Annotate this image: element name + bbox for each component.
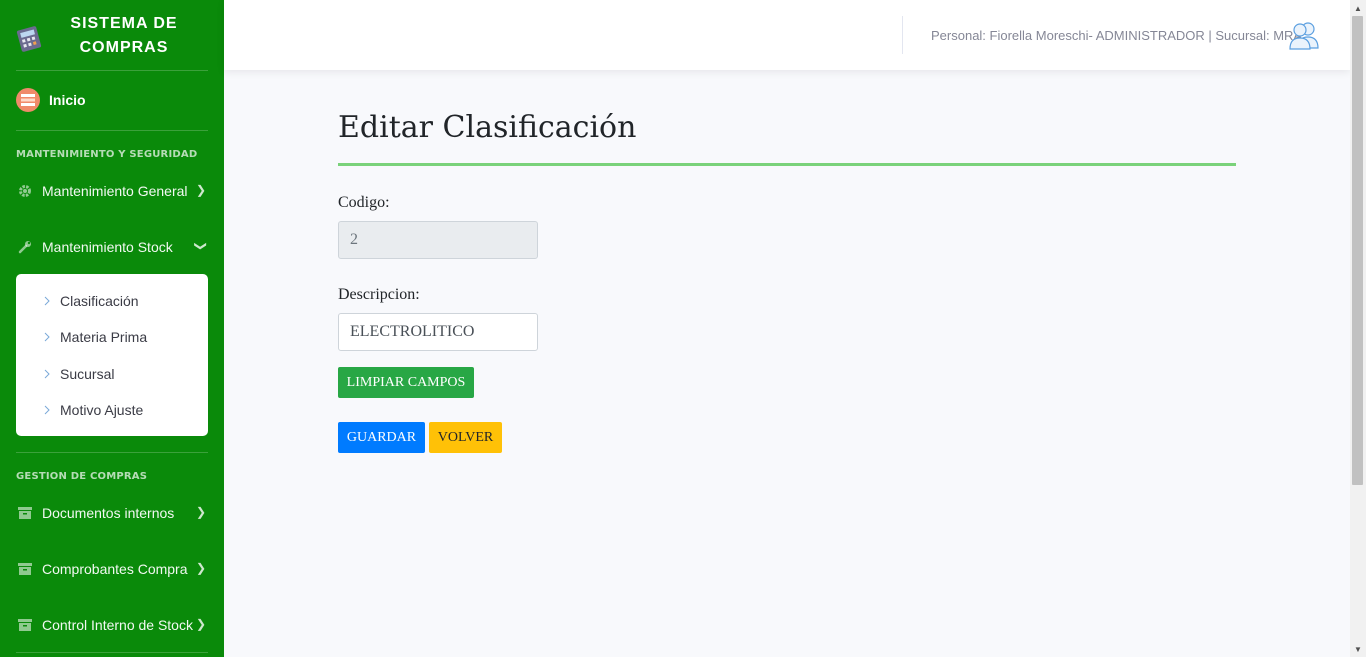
sidebar-item-comprobantes-compra[interactable]: Comprobantes Compra ❯ — [16, 557, 208, 581]
sidebar-divider — [16, 452, 208, 453]
sidebar-divider — [16, 70, 208, 71]
submenu-item-label: Clasificación — [60, 293, 139, 309]
submenu-item-label: Sucursal — [60, 366, 115, 382]
codigo-field: 2 — [338, 221, 538, 259]
back-button[interactable]: VOLVER — [429, 422, 502, 453]
sidebar-item-label: Documentos internos — [42, 505, 175, 521]
sidebar-divider — [16, 652, 208, 653]
chevron-down-icon: ❯ — [193, 240, 208, 252]
topbar: Personal: Fiorella Moreschi- ADMINISTRAD… — [224, 0, 1350, 70]
user-info[interactable]: Personal: Fiorella Moreschi- ADMINISTRAD… — [931, 28, 1302, 43]
sidebar-item-label: Comprobantes Compra — [42, 561, 188, 577]
submenu-item-motivo-ajuste[interactable]: Motivo Ajuste — [42, 399, 143, 421]
submenu-stock: Clasificación Materia Prima Sucursal Mot… — [16, 274, 208, 436]
archive-icon — [16, 616, 34, 634]
chevron-right-icon: ❯ — [195, 561, 206, 575]
submenu-item-materia-prima[interactable]: Materia Prima — [42, 326, 147, 348]
sidebar: SISTEMA DE COMPRAS Inicio MANTENIMIENTO … — [0, 0, 224, 657]
scroll-thumb[interactable] — [1352, 16, 1363, 485]
brand-title: SISTEMA DE COMPRAS — [62, 12, 186, 60]
chevron-right-icon: ❯ — [195, 505, 206, 519]
sidebar-item-inicio[interactable]: Inicio — [16, 88, 86, 112]
users-icon[interactable] — [1288, 18, 1322, 52]
chevron-right-icon: ❯ — [195, 183, 206, 197]
sidebar-item-mantenimiento-general[interactable]: Mantenimiento General ❯ — [16, 179, 208, 203]
chevron-right-icon: ❯ — [195, 617, 206, 631]
chevron-right-icon — [44, 332, 50, 342]
sidebar-item-mantenimiento-stock[interactable]: Mantenimiento Stock ❯ — [16, 235, 208, 259]
scroll-down-icon[interactable]: ▼ — [1350, 641, 1366, 657]
sidebar-item-documentos-internos[interactable]: Documentos internos ❯ — [16, 501, 208, 525]
topbar-divider — [902, 16, 903, 54]
descripcion-label: Descripcion: — [338, 286, 420, 303]
brand[interactable]: SISTEMA DE COMPRAS — [0, 0, 224, 70]
sidebar-divider — [16, 130, 208, 131]
sidebar-item-label: Control Interno de Stock — [42, 617, 193, 633]
chevron-right-icon — [44, 296, 50, 306]
page-title: Editar Clasificación — [338, 110, 637, 145]
clear-fields-button[interactable]: LIMPIAR CAMPOS — [338, 367, 474, 398]
archive-icon — [16, 560, 34, 578]
save-button[interactable]: GUARDAR — [338, 422, 425, 453]
scrollbar[interactable]: ▲ ▼ — [1350, 0, 1366, 657]
brand-line1: SISTEMA DE — [70, 15, 178, 32]
submenu-item-clasificacion[interactable]: Clasificación — [42, 290, 139, 312]
submenu-item-sucursal[interactable]: Sucursal — [42, 363, 114, 385]
calculator-icon — [16, 26, 42, 52]
sidebar-item-label: Mantenimiento General — [42, 183, 188, 199]
scroll-up-icon[interactable]: ▲ — [1350, 0, 1366, 16]
chevron-right-icon — [44, 369, 50, 379]
sidebar-item-label: Mantenimiento Stock — [42, 239, 173, 255]
descripcion-field[interactable]: ELECTROLITICO — [338, 313, 538, 351]
submenu-item-label: Materia Prima — [60, 329, 148, 345]
sidebar-heading: MANTENIMIENTO Y SEGURIDAD — [16, 149, 198, 160]
sidebar-item-control-interno-stock[interactable]: Control Interno de Stock ❯ — [16, 613, 208, 637]
archive-icon — [16, 504, 34, 522]
codigo-label: Codigo: — [338, 194, 390, 211]
codigo-value: 2 — [350, 231, 358, 248]
gear-icon — [16, 182, 34, 200]
sidebar-item-label: Inicio — [49, 92, 86, 108]
wrench-icon — [16, 238, 34, 256]
home-icon — [16, 88, 40, 112]
chevron-right-icon — [44, 405, 50, 415]
submenu-item-label: Motivo Ajuste — [60, 402, 144, 418]
brand-line2: COMPRAS — [79, 39, 169, 56]
sidebar-heading: GESTION DE COMPRAS — [16, 471, 148, 482]
descripcion-value: ELECTROLITICO — [350, 323, 475, 340]
title-divider — [338, 163, 1236, 166]
